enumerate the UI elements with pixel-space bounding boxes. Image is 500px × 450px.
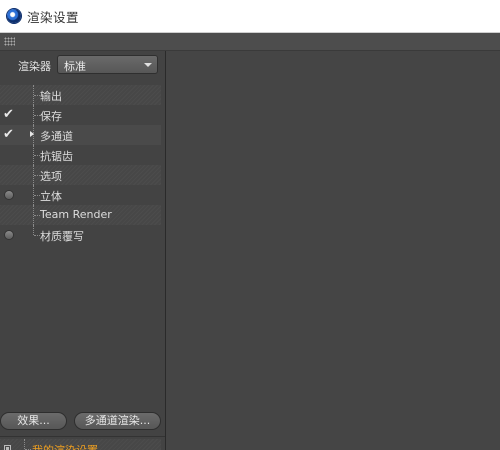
divider: [0, 436, 165, 437]
tree-item-antialiasing[interactable]: 抗锯齿: [0, 145, 161, 165]
render-setting-label: 我的渲染设置: [32, 442, 98, 450]
toggle-dot-icon[interactable]: [5, 231, 13, 239]
toggle-dot-icon[interactable]: [5, 191, 13, 199]
tree-item-label: Team Render: [40, 208, 112, 221]
tree-item-team-render[interactable]: Team Render: [0, 205, 161, 225]
chevron-down-icon: [144, 63, 152, 67]
tree-item-output[interactable]: 输出: [0, 85, 161, 105]
tree-item-options[interactable]: 选项: [0, 165, 161, 185]
tree-item-label: 抗锯齿: [40, 150, 73, 163]
render-setting-item[interactable]: 我的渲染设置: [0, 439, 161, 450]
tree-item-stereo[interactable]: 立体: [0, 185, 161, 205]
settings-tree: 输出 ✔ 保存 ✔ 多通道 抗锯齿 选项 立体 Team Render 材质覆写: [0, 85, 165, 245]
attributes-panel: [166, 51, 500, 450]
tree-connector: [24, 439, 26, 449]
renderer-dropdown[interactable]: 标准: [57, 55, 158, 74]
tree-item-material-override[interactable]: 材质覆写: [0, 225, 161, 245]
check-icon[interactable]: ✔: [3, 126, 14, 144]
tree-item-save[interactable]: ✔ 保存: [0, 105, 161, 125]
renderer-row: 渲染器 标准: [0, 55, 165, 75]
expand-icon[interactable]: [4, 445, 11, 450]
renderer-value: 标准: [64, 60, 86, 73]
multipass-render-button[interactable]: 多通道渲染...: [74, 412, 161, 430]
cinema4d-app-icon: [7, 9, 21, 23]
renderer-label: 渲染器: [18, 60, 51, 73]
tree-connector: [33, 225, 35, 235]
panel-grip-icon[interactable]: [4, 37, 15, 46]
effects-button[interactable]: 效果...: [0, 412, 67, 430]
tree-item-label: 多通道: [40, 130, 73, 143]
check-icon[interactable]: ✔: [3, 106, 14, 124]
render-settings-window: 渲染设置 渲染器 标准 输出 ✔ 保存 ✔ 多通道 抗锯齿 选项 立体 Team…: [0, 0, 500, 450]
left-panel: 渲染器 标准 输出 ✔ 保存 ✔ 多通道 抗锯齿 选项 立体 Team Rend…: [0, 51, 166, 450]
panel-toolbar: [0, 33, 500, 51]
tree-item-label: 材质覆写: [40, 230, 84, 243]
tree-item-label: 保存: [40, 110, 62, 123]
tree-item-label: 选项: [40, 170, 62, 183]
tree-item-multipass[interactable]: ✔ 多通道: [0, 125, 161, 145]
tree-item-label: 立体: [40, 190, 62, 203]
expand-arrow-icon[interactable]: [30, 131, 34, 137]
window-title: 渲染设置: [27, 9, 80, 25]
tree-item-label: 输出: [40, 90, 62, 103]
title-bar: 渲染设置: [0, 0, 500, 33]
